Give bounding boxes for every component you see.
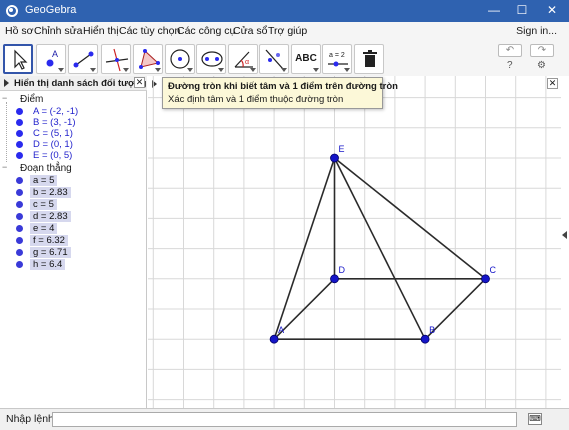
command-input[interactable] (52, 412, 517, 427)
menu-window[interactable]: Cửa sổ (233, 25, 267, 37)
algebra-header: Hiển thị danh sách đối tượng ✕ (0, 76, 147, 91)
svg-text:α: α (245, 59, 249, 66)
algebra-view: Hiển thị danh sách đối tượng ✕ − Điểm A … (0, 76, 147, 408)
dropdown-corner-icon (313, 68, 319, 72)
visibility-dot-icon[interactable] (16, 225, 23, 232)
dropdown-corner-icon (58, 68, 64, 72)
menu-tools[interactable]: Các công cụ (177, 25, 235, 37)
circle-center-point-tool-button[interactable] (165, 44, 195, 74)
collapse-minus-icon[interactable]: − (2, 163, 10, 172)
graphics-view[interactable]: A B C D E (148, 76, 561, 408)
perpendicular-line-tool-button[interactable] (101, 44, 131, 74)
tool-tooltip: Đường tròn khi biết tâm và 1 điểm trên đ… (162, 77, 398, 109)
group-name: Điểm (20, 94, 44, 105)
point-label: D (339, 265, 346, 275)
close-algebra-icon[interactable]: ✕ (134, 77, 145, 88)
perspective-sidebar-arrow-icon[interactable] (562, 231, 567, 239)
point-A[interactable] (269, 334, 279, 344)
undo-button[interactable]: ↶ (498, 44, 522, 57)
visibility-dot-icon[interactable] (16, 119, 23, 126)
redo-button[interactable]: ↷ (530, 44, 554, 57)
close-graphics-icon[interactable]: ✕ (547, 78, 558, 89)
visibility-dot-icon[interactable] (16, 189, 23, 196)
menu-view[interactable]: Hiển thị (83, 25, 119, 37)
group-name: Đoạn thẳng (20, 163, 72, 174)
point-label: E (339, 144, 345, 154)
point-C[interactable] (481, 274, 490, 284)
minimize-button[interactable]: — (480, 0, 508, 22)
dropdown-corner-icon (218, 68, 224, 72)
point-label: B (429, 325, 435, 335)
visibility-dot-icon[interactable] (16, 249, 23, 256)
point-D[interactable] (330, 274, 339, 284)
window-title: GeoGebra (25, 4, 77, 16)
text-tool-button[interactable]: ABC (291, 44, 321, 74)
visibility-dot-icon[interactable] (16, 237, 23, 244)
dropdown-corner-icon (90, 68, 96, 72)
menu-bar: Hồ sơ Chỉnh sửa Hiển thị Các tùy chọn Cá… (0, 22, 569, 41)
geogebra-logo-icon (6, 5, 18, 17)
point-label: A (278, 325, 284, 335)
conic-tool-button[interactable] (196, 44, 226, 74)
dropdown-corner-icon (344, 68, 350, 72)
sign-in-link[interactable]: Sign in... (516, 25, 557, 37)
text-tool-label: ABC (295, 53, 317, 64)
keyboard-icon[interactable]: ⌨ (528, 413, 542, 425)
visibility-dot-icon[interactable] (16, 141, 23, 148)
tree-line (6, 102, 7, 162)
tooltip-title: Đường tròn khi biết tâm và 1 điểm trên đ… (168, 81, 398, 92)
maximize-button[interactable]: ☐ (508, 0, 536, 22)
delete-tool-button[interactable] (354, 44, 384, 74)
svg-text:A: A (52, 49, 58, 59)
visibility-dot-icon[interactable] (16, 213, 23, 220)
menu-edit[interactable]: Chỉnh sửa (34, 25, 82, 37)
cursor-arrow-icon (14, 49, 28, 70)
segment-tool-button[interactable] (68, 44, 98, 74)
slider-tool-button[interactable]: a = 2 (322, 44, 352, 74)
point-E[interactable] (330, 153, 339, 163)
reflect-tool-button[interactable] (259, 44, 289, 74)
dropdown-corner-icon (155, 68, 161, 72)
input-label: Nhập lệnh: (6, 413, 57, 425)
dropdown-corner-icon (123, 68, 129, 72)
collapse-minus-icon[interactable]: − (2, 94, 10, 103)
graphics-canvas[interactable]: A B C D E (148, 76, 561, 408)
menu-options[interactable]: Các tùy chọn (119, 25, 180, 37)
trash-icon (363, 50, 377, 67)
visibility-dot-icon[interactable] (16, 130, 23, 137)
title-bar: GeoGebra — ☐ ✕ (0, 0, 569, 22)
settings-icon[interactable]: ⚙ (537, 60, 546, 71)
dropdown-corner-icon (281, 68, 287, 72)
visibility-dot-icon[interactable] (16, 261, 23, 268)
svg-text:a = 2: a = 2 (329, 52, 345, 59)
dropdown-corner-icon (187, 68, 193, 72)
help-icon[interactable]: ? (507, 60, 513, 71)
point-tool-button[interactable]: A (36, 44, 66, 74)
algebra-header-title: Hiển thị danh sách đối tượng (14, 78, 147, 89)
menu-file[interactable]: Hồ sơ (5, 25, 33, 37)
input-bar: Nhập lệnh: ⌨ (0, 408, 569, 430)
point-label: C (490, 265, 497, 275)
polygon-tool-button[interactable] (133, 44, 163, 74)
visibility-dot-icon[interactable] (16, 201, 23, 208)
point-B[interactable] (420, 334, 430, 344)
angle-tool-button[interactable]: α (228, 44, 258, 74)
visibility-dot-icon[interactable] (16, 152, 23, 159)
collapse-arrow-icon[interactable] (4, 79, 9, 87)
visibility-dot-icon[interactable] (16, 108, 23, 115)
dropdown-corner-icon (250, 68, 256, 72)
menu-help[interactable]: Trợ giúp (268, 25, 307, 37)
toolbar: A α ABC a = 2 (0, 41, 569, 76)
close-window-button[interactable]: ✕ (538, 0, 566, 22)
visibility-dot-icon[interactable] (16, 177, 23, 184)
move-tool-button[interactable] (3, 44, 33, 74)
tooltip-description: Xác định tâm và 1 điểm thuộc đường tròn (168, 94, 344, 105)
